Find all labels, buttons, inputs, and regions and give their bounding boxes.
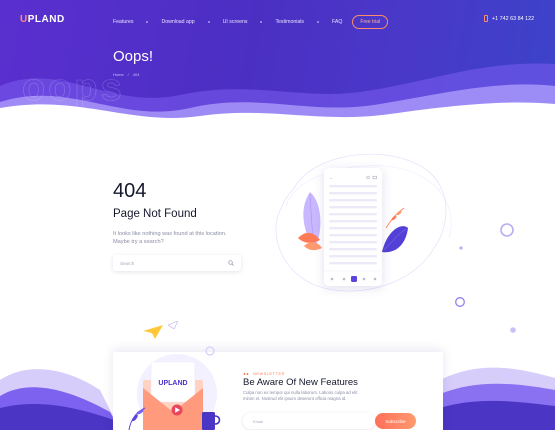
tag-dots (243, 373, 249, 375)
hero-section: oops UPLAND Features Download app UI scr… (0, 0, 555, 135)
envelope-icon: UPLAND (143, 361, 203, 430)
ring-decoration (500, 223, 514, 237)
phone-link[interactable]: +1 742 63 84 122 (484, 15, 534, 22)
play-icon (171, 404, 183, 416)
nav-ui-screens[interactable]: UI screens (223, 19, 248, 25)
nav-download-app[interactable]: Download app (161, 19, 194, 25)
dot-decoration (459, 246, 463, 250)
phone-icon (484, 15, 488, 22)
error-code: 404 (113, 180, 147, 202)
subscribe-button[interactable]: Subscribe (375, 413, 416, 429)
logo-text: PLAND (27, 14, 65, 25)
breadcrumb-home[interactable]: Home (113, 72, 124, 77)
newsletter-tag-label: NEWSLETTER (253, 372, 285, 376)
ring-decoration (455, 297, 465, 307)
phone-mockup: ← (324, 168, 382, 286)
paper-plane-icon (143, 325, 163, 339)
ring-decoration (205, 346, 215, 356)
nav-separator (260, 21, 263, 23)
newsletter-illustration: UPLAND (128, 354, 221, 430)
newsletter-card: UPLAND NEWSLETTER Be Aware Of New Featur… (113, 352, 443, 430)
free-trial-button[interactable]: Free trial (352, 15, 389, 29)
mug-icon (202, 412, 221, 430)
search-icon[interactable] (228, 260, 234, 266)
nav-testimonials[interactable]: Testimonials (275, 19, 304, 25)
page-title: Oops! (113, 48, 154, 65)
email-field[interactable] (243, 413, 375, 429)
paper-plane-icon (168, 321, 178, 329)
nav-separator (207, 21, 210, 23)
svg-text:←: ← (329, 175, 333, 180)
newsletter-tag: NEWSLETTER (243, 372, 285, 376)
logo-accent: U (20, 14, 28, 25)
hero-watermark: oops (22, 67, 125, 110)
search-input[interactable] (120, 260, 228, 266)
main-nav: Features Download app UI screens Testimo… (113, 15, 389, 29)
envelope-brand: UPLAND (158, 380, 187, 387)
breadcrumb-current: 404 (132, 72, 140, 77)
search-box (113, 255, 241, 271)
brand-logo[interactable]: UPLAND (20, 14, 65, 25)
phone-number: +1 742 63 84 122 (492, 15, 535, 22)
newsletter-title: Be Aware Of New Features (243, 377, 358, 388)
error-title: Page Not Found (113, 208, 197, 220)
nav-separator (146, 21, 149, 23)
error-description: It looks like nothing was found at this … (113, 231, 227, 245)
breadcrumb-separator: / (127, 72, 129, 77)
dot-decoration (510, 327, 516, 333)
nav-features[interactable]: Features (113, 19, 133, 25)
breadcrumb: Home / 404 (113, 72, 139, 77)
nav-separator (317, 21, 319, 23)
nav-faq[interactable]: FAQ (332, 19, 342, 25)
phone-screen: ← (324, 175, 382, 282)
newsletter-description: Culpa non ex tempor qui nulla laborum. L… (243, 390, 358, 401)
